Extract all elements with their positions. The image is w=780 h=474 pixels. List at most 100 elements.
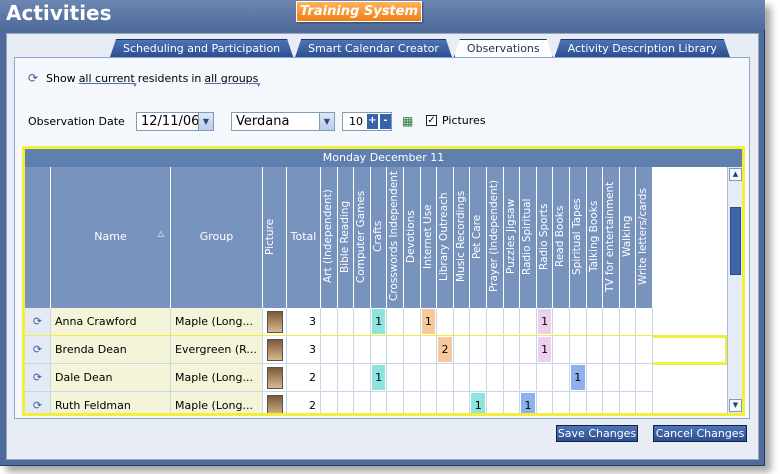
activity-cell[interactable]: [636, 336, 653, 364]
chevron-down-icon[interactable]: ▼: [198, 113, 213, 130]
tab-scheduling[interactable]: Scheduling and Participation: [110, 39, 293, 57]
activity-cell[interactable]: [619, 308, 637, 336]
activity-cell[interactable]: [603, 308, 620, 336]
activity-cell[interactable]: [503, 392, 521, 413]
activity-cell[interactable]: [636, 392, 653, 413]
activity-cell[interactable]: 1: [570, 364, 587, 392]
activity-cell[interactable]: [636, 308, 653, 336]
activity-cell[interactable]: [437, 308, 454, 336]
activity-cell[interactable]: [586, 392, 604, 413]
font-size-increase-button[interactable]: +: [367, 114, 378, 129]
activity-cell[interactable]: [553, 392, 570, 413]
activity-cell[interactable]: [453, 308, 471, 336]
activity-cell[interactable]: [420, 392, 438, 413]
activity-cell[interactable]: [337, 336, 355, 364]
activity-cell[interactable]: [503, 364, 521, 392]
activity-cell[interactable]: [536, 392, 554, 413]
activity-cell[interactable]: [570, 392, 587, 413]
activity-cell[interactable]: [387, 336, 404, 364]
activity-cell[interactable]: [536, 364, 554, 392]
activity-cell[interactable]: [503, 308, 521, 336]
activity-cell[interactable]: [570, 336, 587, 364]
font-size-decrease-button[interactable]: -: [380, 114, 391, 129]
activity-cell[interactable]: [321, 364, 338, 392]
activity-cell[interactable]: [437, 392, 454, 413]
activity-cell[interactable]: [553, 364, 570, 392]
grid-vertical-scrollbar[interactable]: ▲ ▼: [727, 167, 742, 413]
observation-date-select[interactable]: 12/11/06 ▼: [136, 112, 214, 131]
activity-cell[interactable]: [487, 392, 504, 413]
chevron-down-icon[interactable]: ▼: [319, 113, 334, 130]
activity-cell[interactable]: 1: [536, 336, 554, 364]
activity-cell[interactable]: [453, 336, 471, 364]
activity-cell[interactable]: [404, 336, 421, 364]
activity-cell[interactable]: [321, 308, 338, 336]
activity-cell[interactable]: [404, 364, 421, 392]
activity-cell[interactable]: 1: [420, 308, 438, 336]
table-row[interactable]: ⟳ Ruth Feldman Maple (Long... 2 1 1: [25, 392, 727, 413]
activity-cell[interactable]: [603, 336, 620, 364]
activity-cell[interactable]: [487, 308, 504, 336]
activity-cell[interactable]: [354, 364, 371, 392]
refresh-icon[interactable]: ⟳: [28, 72, 40, 84]
activity-cell[interactable]: [354, 336, 371, 364]
activity-cell[interactable]: [321, 336, 338, 364]
activity-cell[interactable]: [404, 392, 421, 413]
activity-cell[interactable]: 2: [437, 336, 454, 364]
scroll-up-icon[interactable]: ▲: [729, 168, 742, 181]
font-size-stepper[interactable]: 10 + -: [342, 112, 392, 131]
tab-observations[interactable]: Observations: [454, 39, 553, 57]
activity-cell[interactable]: [619, 336, 637, 364]
activity-cell[interactable]: [619, 392, 637, 413]
activity-cell[interactable]: 1: [536, 308, 554, 336]
activity-cell[interactable]: [470, 308, 487, 336]
pictures-checkbox[interactable]: ✓: [426, 115, 437, 126]
font-select[interactable]: Verdana ▼: [231, 112, 335, 131]
activity-cell[interactable]: [470, 336, 487, 364]
resident-status-dropdown[interactable]: all current: [79, 72, 137, 89]
cancel-changes-button[interactable]: Cancel Changes: [653, 425, 747, 442]
group-dropdown[interactable]: all groups: [204, 72, 260, 89]
color-grid-icon[interactable]: ▦: [402, 115, 414, 127]
activity-cell[interactable]: [603, 392, 620, 413]
activity-cell[interactable]: [321, 392, 338, 413]
activity-cell[interactable]: [453, 392, 471, 413]
activity-cell[interactable]: [370, 392, 388, 413]
activity-cell[interactable]: [387, 392, 404, 413]
activity-cell[interactable]: [487, 336, 504, 364]
save-changes-button[interactable]: Save Changes: [556, 425, 638, 442]
activity-cell[interactable]: [619, 364, 637, 392]
activity-cell[interactable]: 1: [520, 392, 537, 413]
activity-cell[interactable]: [487, 364, 504, 392]
sort-triangle-icon[interactable]: △: [158, 229, 164, 238]
activity-cell[interactable]: [337, 308, 355, 336]
activity-cell[interactable]: [453, 364, 471, 392]
activity-cell[interactable]: [387, 364, 404, 392]
activity-cell[interactable]: [420, 364, 438, 392]
resident-detail-icon[interactable]: ⟳: [25, 364, 51, 392]
table-row[interactable]: ⟳ Brenda Dean Evergreen (R... 3 2 1: [25, 335, 728, 365]
activity-cell[interactable]: 1: [470, 392, 487, 413]
activity-cell[interactable]: [354, 392, 371, 413]
activity-cell[interactable]: [354, 308, 371, 336]
activity-cell[interactable]: [437, 364, 454, 392]
activity-cell[interactable]: 1: [370, 364, 388, 392]
activity-cell[interactable]: [586, 364, 604, 392]
activity-cell[interactable]: [586, 336, 604, 364]
resident-detail-icon[interactable]: ⟳: [25, 392, 51, 413]
activity-cell[interactable]: [404, 308, 421, 336]
tab-activity-library[interactable]: Activity Description Library: [555, 39, 730, 57]
activity-cell[interactable]: [520, 308, 537, 336]
resident-detail-icon[interactable]: ⟳: [25, 336, 51, 364]
activity-cell[interactable]: [636, 364, 653, 392]
activity-cell[interactable]: [520, 336, 537, 364]
activity-cell[interactable]: [586, 308, 604, 336]
table-row[interactable]: ⟳ Anna Crawford Maple (Long... 3 1 1 1: [25, 308, 727, 336]
activity-cell[interactable]: [470, 364, 487, 392]
scrollbar-thumb[interactable]: [730, 207, 741, 275]
activity-cell[interactable]: [570, 308, 587, 336]
activity-cell[interactable]: [370, 336, 388, 364]
activity-cell[interactable]: [503, 336, 521, 364]
header-group[interactable]: Group: [171, 167, 263, 308]
tab-smart-calendar[interactable]: Smart Calendar Creator: [295, 39, 452, 57]
